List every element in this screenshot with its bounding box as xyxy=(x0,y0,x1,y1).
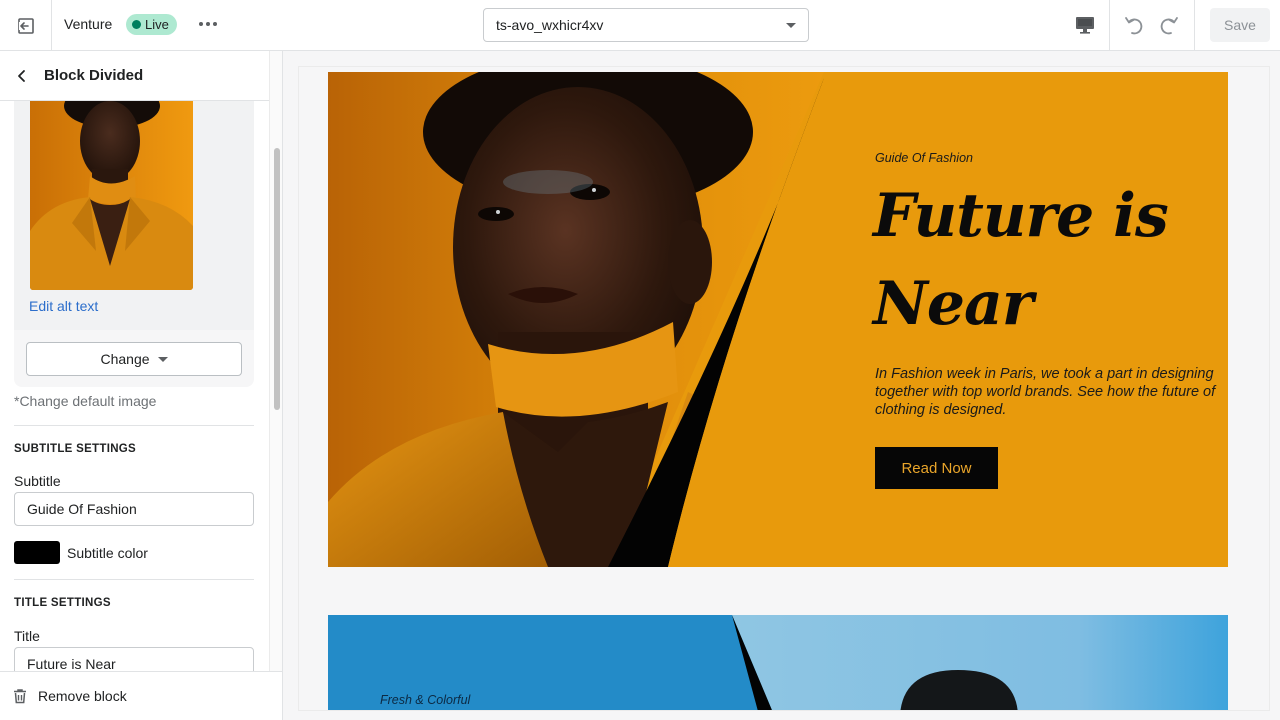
banner-title: Future is Near xyxy=(873,172,1213,348)
save-button[interactable]: Save xyxy=(1210,8,1270,42)
remove-block-button[interactable]: Remove block xyxy=(0,671,282,720)
desktop-icon xyxy=(1076,17,1094,34)
store-name: Venture xyxy=(64,16,113,32)
edit-alt-text-link[interactable]: Edit alt text xyxy=(29,298,98,314)
divider xyxy=(14,579,254,580)
undo-icon xyxy=(1125,17,1143,35)
caret-down-icon xyxy=(786,22,796,28)
status-badge: Live xyxy=(126,14,177,35)
subtitle-settings-heading: SUBTITLE SETTINGS xyxy=(14,443,137,455)
image-thumbnail[interactable] xyxy=(30,101,193,290)
image-preview-area: Edit alt text xyxy=(14,101,254,330)
settings-sidebar: Block Divided Edit alt text Change *Chan… xyxy=(0,51,283,720)
theme-select-value: ts-avo_wxhicr4xv xyxy=(496,17,604,33)
second-banner: Fresh & Colorful xyxy=(328,615,1228,710)
subtitle-input-value: Guide Of Fashion xyxy=(27,501,137,517)
redo-icon xyxy=(1160,17,1178,35)
change-image-button[interactable]: Change xyxy=(26,342,242,376)
undo-button[interactable] xyxy=(1121,12,1147,38)
default-image-note: *Change default image xyxy=(14,393,157,409)
portrait-image xyxy=(30,101,193,290)
redo-button[interactable] xyxy=(1156,12,1182,38)
live-dot-icon xyxy=(132,20,141,29)
top-bar: Venture Live ts-avo_wxhicr4xv Save xyxy=(0,0,1280,51)
banner-title-line1: Future is xyxy=(873,181,1169,251)
remove-block-label: Remove block xyxy=(38,688,127,704)
block-divided-banner: Guide Of Fashion Future is Near In Fashi… xyxy=(328,72,1228,567)
title-input[interactable]: Future is Near xyxy=(14,647,254,671)
preview-frame: Guide Of Fashion Future is Near In Fashi… xyxy=(298,66,1270,711)
status-badge-label: Live xyxy=(145,17,169,32)
change-button-label: Change xyxy=(100,351,150,367)
banner-title-line2: Near xyxy=(873,269,1034,339)
trash-icon xyxy=(14,689,26,704)
preview-pane: Guide Of Fashion Future is Near In Fashi… xyxy=(284,52,1280,720)
dot xyxy=(213,22,217,26)
title-settings-heading: TITLE SETTINGS xyxy=(14,597,111,609)
sidebar-title: Block Divided xyxy=(44,67,144,84)
sidebar-header: Block Divided xyxy=(0,51,269,101)
subtitle-color-label: Subtitle color xyxy=(67,545,148,561)
back-button[interactable] xyxy=(0,51,44,101)
title-input-value: Future is Near xyxy=(27,656,116,671)
banner-subtitle: Guide Of Fashion xyxy=(875,151,973,165)
sidebar-scrollbar[interactable] xyxy=(269,51,282,720)
dot xyxy=(206,22,210,26)
more-actions-button[interactable] xyxy=(196,12,220,36)
read-now-button[interactable]: Read Now xyxy=(875,447,998,489)
image-picker: Edit alt text Change xyxy=(14,101,254,387)
theme-select[interactable]: ts-avo_wxhicr4xv xyxy=(483,8,809,42)
chevron-left-icon xyxy=(18,69,25,82)
exit-icon xyxy=(17,17,34,34)
banner-description: In Fashion week in Paris, we took a part… xyxy=(875,366,1216,418)
subtitle-color-swatch[interactable] xyxy=(14,541,60,564)
second-banner-subtitle: Fresh & Colorful xyxy=(380,693,471,707)
caret-down-icon xyxy=(157,356,168,362)
title-label: Title xyxy=(14,628,40,644)
divider xyxy=(14,425,254,426)
divider xyxy=(1194,0,1195,51)
subtitle-input[interactable]: Guide Of Fashion xyxy=(14,492,254,526)
sidebar-scroll-area: Edit alt text Change *Change default ima… xyxy=(0,101,269,671)
subtitle-label: Subtitle xyxy=(14,473,61,489)
device-preview-button[interactable] xyxy=(1072,13,1098,37)
more-horizontal-icon xyxy=(199,22,203,26)
exit-button[interactable] xyxy=(0,0,52,51)
sidebar-scrollbar-thumb[interactable] xyxy=(274,148,280,410)
divider xyxy=(1109,0,1110,51)
